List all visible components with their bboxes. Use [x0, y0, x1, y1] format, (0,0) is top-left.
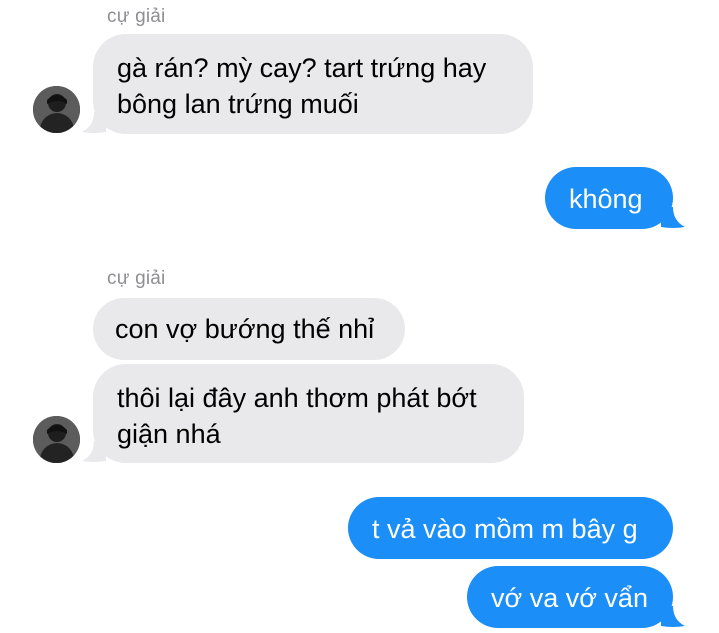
message-bubble-incoming[interactable]: con vợ bướng thế nhỉ: [93, 298, 405, 360]
user-avatar-icon: [33, 86, 80, 133]
message-bubble-incoming[interactable]: thôi lại đây anh thơm phát bớt giận nhá: [93, 364, 524, 463]
message-bubble-incoming[interactable]: gà rán? mỳ cay? tart trứng hay bông lan …: [93, 34, 533, 134]
sender-name: cự giải: [107, 268, 166, 289]
message-bubble-outgoing[interactable]: t vả vào mồm m bây g: [348, 497, 673, 559]
bubble-tail-outgoing: [661, 207, 685, 228]
sender-name: cự giải: [107, 6, 166, 27]
avatar[interactable]: [33, 416, 80, 463]
message-bubble-outgoing[interactable]: không: [545, 167, 673, 229]
user-avatar-icon: [33, 416, 80, 463]
bubble-tail-outgoing: [661, 606, 685, 627]
avatar[interactable]: [33, 86, 80, 133]
message-bubble-outgoing[interactable]: vớ va vớ vẩn: [467, 566, 673, 628]
